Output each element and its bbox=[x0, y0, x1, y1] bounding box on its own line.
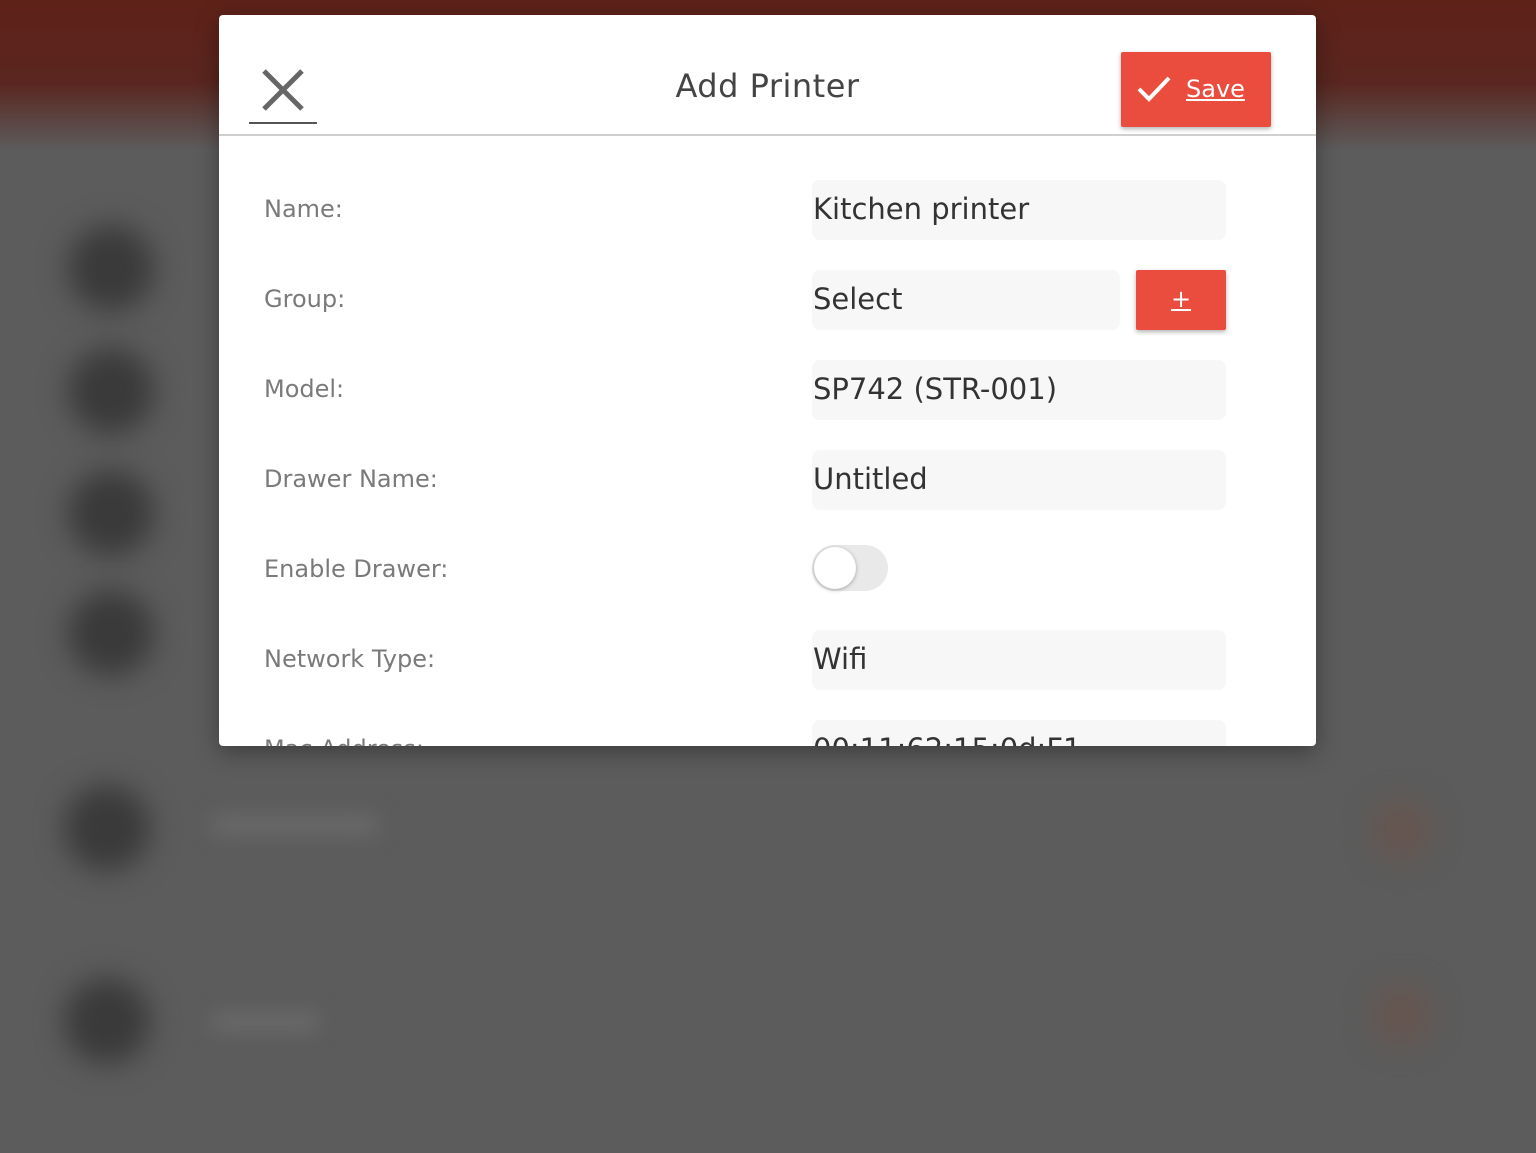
background-avatar bbox=[64, 785, 150, 871]
background-avatar bbox=[68, 590, 154, 676]
background-row-text bbox=[210, 1012, 320, 1032]
group-label: Group: bbox=[264, 285, 346, 313]
drawer-name-input[interactable]: Untitled bbox=[812, 450, 1226, 510]
background-avatar bbox=[68, 470, 154, 556]
background-avatar bbox=[64, 978, 150, 1064]
enable-drawer-label: Enable Drawer: bbox=[264, 555, 449, 583]
form-row-mac-address: Mac Address: 00:11:62:15:0d:F1 bbox=[219, 720, 1316, 746]
mac-address-input[interactable]: 00:11:62:15:0d:F1 bbox=[812, 720, 1226, 746]
save-button[interactable]: Save bbox=[1121, 52, 1271, 127]
network-type-select[interactable]: Wifi bbox=[812, 630, 1226, 690]
background-avatar bbox=[68, 225, 154, 311]
background-row-text bbox=[210, 815, 380, 835]
enable-drawer-toggle[interactable] bbox=[812, 545, 888, 591]
toggle-knob bbox=[814, 547, 856, 589]
dialog-form[interactable]: Name: Kitchen printer Group: Select + Mo… bbox=[219, 136, 1316, 746]
group-select[interactable]: Select bbox=[812, 270, 1120, 330]
drawer-name-label: Drawer Name: bbox=[264, 465, 438, 493]
form-row-drawer-name: Drawer Name: Untitled bbox=[219, 450, 1316, 510]
background-row-action bbox=[1372, 800, 1432, 860]
name-input[interactable]: Kitchen printer bbox=[812, 180, 1226, 240]
background-row-action bbox=[1372, 985, 1432, 1045]
form-row-name: Name: Kitchen printer bbox=[219, 180, 1316, 240]
form-row-enable-drawer: Enable Drawer: bbox=[219, 540, 1316, 600]
form-row-group: Group: Select + bbox=[219, 270, 1316, 330]
model-label: Model: bbox=[264, 375, 345, 403]
model-select[interactable]: SP742 (STR-001) bbox=[812, 360, 1226, 420]
save-button-label: Save bbox=[1186, 75, 1245, 103]
add-printer-dialog: Add Printer Save Name: Kitchen printer G… bbox=[219, 15, 1316, 746]
plus-icon: + bbox=[1170, 285, 1192, 313]
dialog-header: Add Printer Save bbox=[219, 15, 1316, 136]
form-row-network-type: Network Type: Wifi bbox=[219, 630, 1316, 690]
background-avatar bbox=[68, 348, 154, 434]
form-row-model: Model: SP742 (STR-001) bbox=[219, 360, 1316, 420]
add-group-button[interactable]: + bbox=[1136, 270, 1226, 330]
mac-address-label: Mac Address: bbox=[264, 735, 424, 746]
name-label: Name: bbox=[264, 195, 343, 223]
checkmark-icon bbox=[1137, 76, 1171, 102]
network-type-label: Network Type: bbox=[264, 645, 436, 673]
